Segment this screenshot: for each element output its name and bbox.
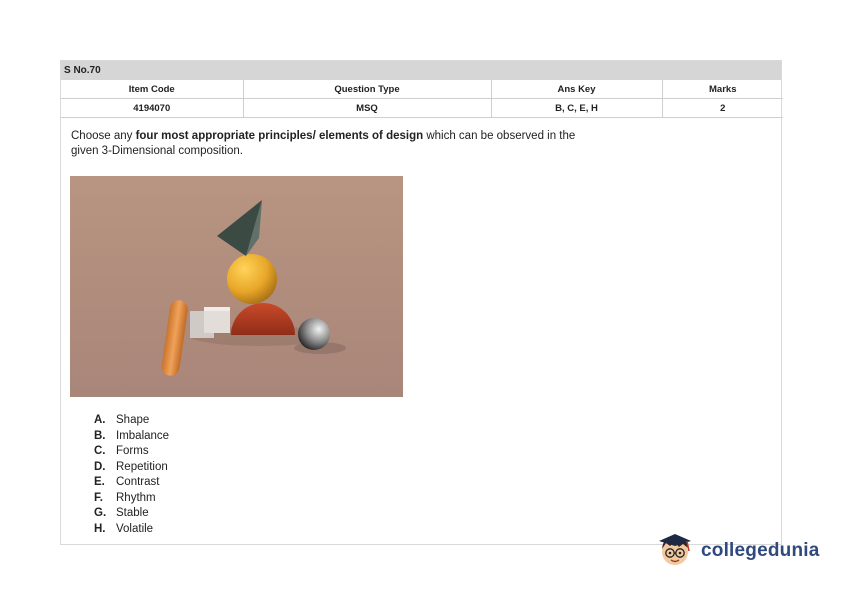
- options-list: A. Shape B. Imbalance C. Forms D. Repetition…: [94, 413, 169, 537]
- option-text: Repetition: [116, 460, 168, 473]
- option-text: Contrast: [116, 476, 160, 488]
- composition-illustration: [161, 200, 346, 376]
- option-letter: C.: [94, 445, 106, 457]
- option-d: D. Repetition: [94, 460, 169, 476]
- option-f: F. Rhythm: [94, 491, 169, 507]
- option-a: A. Shape: [94, 413, 169, 429]
- option-text: Forms: [116, 445, 149, 457]
- mascot-icon: [659, 534, 691, 565]
- option-text: Imbalance: [116, 429, 170, 442]
- option-letter: D.: [94, 460, 106, 473]
- meta-value-row: 4194070 MSQ B, C, E, H 2: [61, 98, 783, 118]
- sphere-shape: [227, 254, 277, 304]
- value-ans-key: B, C, E, H: [490, 98, 663, 118]
- option-letter: B.: [94, 429, 106, 442]
- composition-image: [70, 176, 403, 397]
- option-text: Rhythm: [116, 491, 156, 504]
- option-letter: F.: [94, 491, 103, 504]
- value-question-type: MSQ: [242, 98, 492, 118]
- cube-top: [204, 307, 230, 311]
- header-item-code: Item Code: [61, 80, 244, 99]
- cylinder-shape: [161, 300, 188, 376]
- question-bold: four most appropriate principles/ elemen…: [135, 130, 424, 142]
- option-text: Stable: [116, 507, 149, 519]
- option-letter: H.: [94, 522, 106, 535]
- question-prefix: Choose any: [71, 130, 136, 142]
- header-question-type: Question Type: [242, 80, 492, 99]
- option-text: Shape: [116, 414, 150, 426]
- option-c: C. Forms: [94, 444, 169, 460]
- option-letter: E.: [94, 476, 105, 488]
- option-g: G. Stable: [94, 506, 169, 522]
- header-ans-key: Ans Key: [490, 80, 663, 99]
- collegedunia-logo: collegedunia: [655, 531, 820, 571]
- half-disc-shape: [231, 303, 295, 335]
- option-text: Volatile: [116, 522, 154, 535]
- option-e: E. Contrast: [94, 475, 169, 491]
- meta-table: Item Code Question Type Ans Key Marks 41…: [61, 80, 783, 118]
- option-h: H. Volatile: [94, 522, 169, 538]
- ball-shape: [298, 318, 330, 350]
- serial-number: S No.70: [61, 61, 781, 80]
- meta-header-row: Item Code Question Type Ans Key Marks: [61, 80, 783, 99]
- option-letter: A.: [94, 414, 106, 426]
- value-marks: 2: [661, 98, 783, 118]
- option-b: B. Imbalance: [94, 429, 169, 445]
- question-text: Choose any four most appropriate princip…: [71, 129, 591, 159]
- value-item-code: 4194070: [61, 98, 244, 118]
- brand-name: collegedunia: [701, 540, 820, 561]
- question-card: S No.70 Item Code Question Type Ans Key …: [60, 60, 783, 545]
- option-letter: G.: [94, 507, 107, 519]
- header-marks: Marks: [661, 80, 783, 99]
